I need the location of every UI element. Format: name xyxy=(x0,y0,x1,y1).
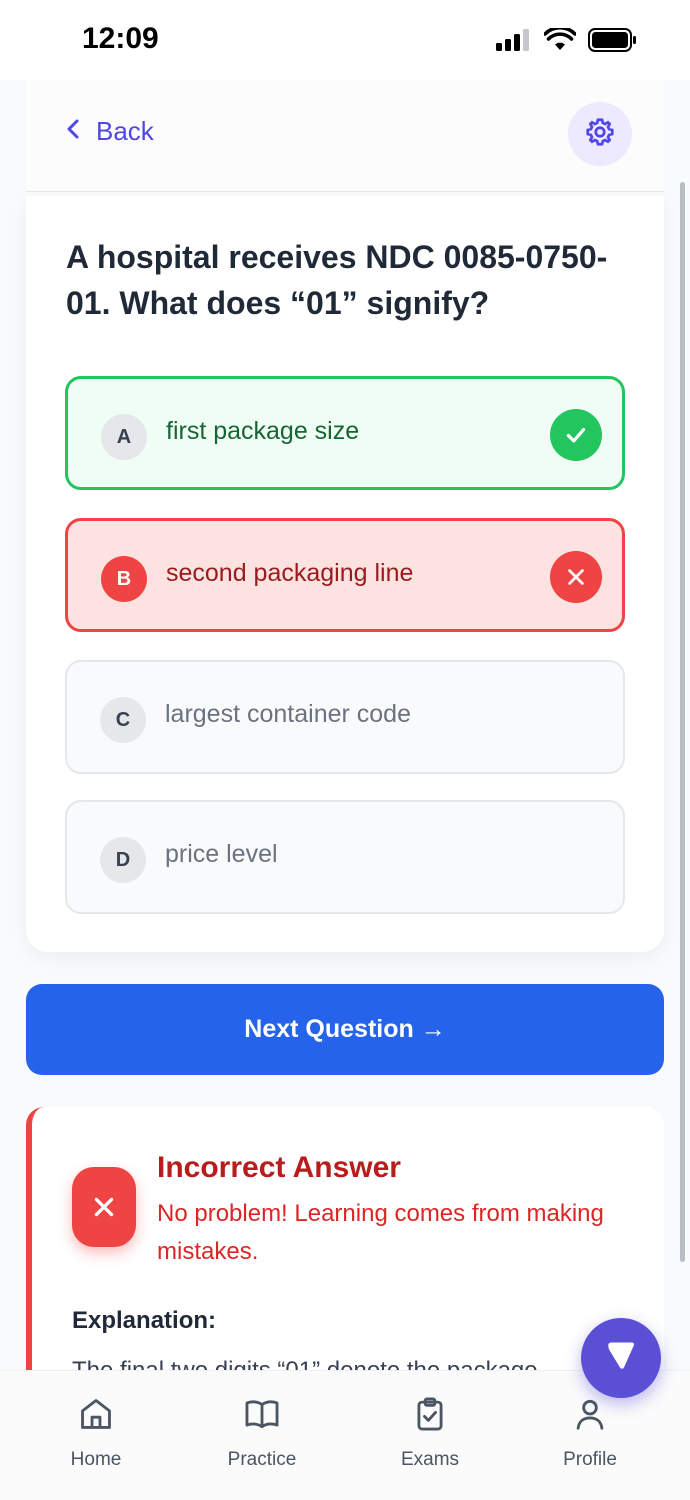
nav-label: Exams xyxy=(400,1449,460,1470)
option-c[interactable]: C largest container code xyxy=(65,660,625,774)
nav-label: Profile xyxy=(563,1449,617,1470)
chat-bubble-icon xyxy=(602,1337,640,1380)
option-text: largest container code xyxy=(165,700,411,728)
scrollbar[interactable] xyxy=(680,182,685,1262)
option-text: first package size xyxy=(166,417,360,445)
wifi-icon xyxy=(543,25,577,57)
gear-icon xyxy=(584,116,616,153)
chat-button[interactable] xyxy=(581,1318,661,1398)
question-card: A hospital receives NDC 0085-0750-01. Wh… xyxy=(26,196,664,952)
nav-exams[interactable]: Exams xyxy=(370,1395,490,1471)
signal-icon xyxy=(496,29,532,56)
feedback-card: Incorrect Answer No problem! Learning co… xyxy=(26,1107,664,1407)
option-letter: C xyxy=(100,697,146,743)
error-icon xyxy=(72,1167,136,1247)
bottom-nav: Home Practice Exams Profile xyxy=(0,1370,690,1500)
nav-label: Home xyxy=(70,1449,122,1470)
status-bar: 12:09 xyxy=(0,0,690,80)
nav-practice[interactable]: Practice xyxy=(202,1395,322,1471)
nav-label: Practice xyxy=(227,1449,297,1470)
status-icons xyxy=(496,25,638,57)
feedback-message: No problem! Learning comes from making m… xyxy=(157,1200,604,1265)
home-icon xyxy=(77,1395,115,1439)
settings-button[interactable] xyxy=(568,102,632,166)
explanation-label: Explanation: xyxy=(72,1307,217,1334)
check-icon xyxy=(550,409,602,461)
book-icon xyxy=(243,1395,281,1439)
status-time: 12:09 xyxy=(82,22,159,55)
next-question-button[interactable]: Next Question → xyxy=(26,984,664,1075)
header: Back xyxy=(26,80,664,192)
question-text: A hospital receives NDC 0085-0750-01. Wh… xyxy=(66,239,608,321)
option-b[interactable]: B second packaging line xyxy=(65,518,625,632)
option-d[interactable]: D price level xyxy=(65,800,625,914)
feedback-title: Incorrect Answer xyxy=(157,1151,401,1184)
back-label: Back xyxy=(96,116,154,146)
close-icon xyxy=(550,551,602,603)
nav-home[interactable]: Home xyxy=(36,1395,156,1471)
option-letter: A xyxy=(101,414,147,460)
option-text: second packaging line xyxy=(166,559,414,587)
back-button[interactable]: Back xyxy=(66,116,154,147)
option-text: price level xyxy=(165,840,278,868)
chevron-left-icon xyxy=(66,116,80,147)
user-icon xyxy=(571,1395,609,1439)
nav-profile[interactable]: Profile xyxy=(530,1395,650,1471)
battery-icon xyxy=(588,28,638,57)
option-letter: B xyxy=(101,556,147,602)
option-a[interactable]: A first package size xyxy=(65,376,625,490)
clipboard-check-icon xyxy=(411,1395,449,1439)
option-letter: D xyxy=(100,837,146,883)
